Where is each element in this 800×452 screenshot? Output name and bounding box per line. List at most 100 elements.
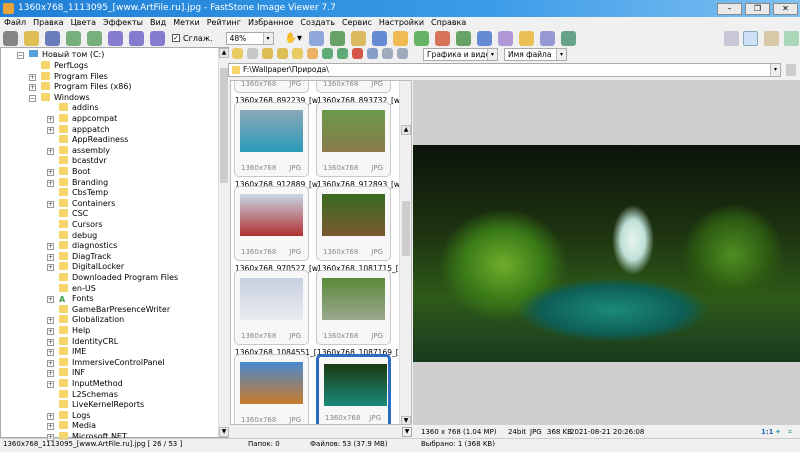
smooth-checkbox[interactable]: ✓ bbox=[172, 34, 180, 42]
tree-item[interactable]: Downloaded Program Files bbox=[59, 273, 178, 284]
toolbar-button-icon[interactable] bbox=[66, 30, 81, 46]
tree-item[interactable]: ImmersiveControlPanel bbox=[59, 357, 165, 369]
scroll-up-icon[interactable]: ▲ bbox=[401, 125, 411, 135]
tree-item[interactable]: en-US bbox=[59, 283, 96, 295]
expand-icon[interactable]: + bbox=[47, 264, 54, 272]
expand-icon[interactable]: + bbox=[47, 179, 54, 187]
thumbnail-card[interactable]: 1360x768 JPG bbox=[316, 81, 391, 93]
tree-item[interactable]: Media bbox=[59, 421, 96, 432]
nav-button-icon[interactable] bbox=[397, 48, 408, 59]
tree-item[interactable]: CbsTemp bbox=[59, 188, 108, 199]
toolbar-button-icon[interactable] bbox=[561, 30, 577, 46]
menu-item[interactable]: Настройки bbox=[379, 17, 424, 29]
expand-icon[interactable]: + bbox=[47, 317, 54, 325]
zoom-select[interactable]: 48% ▾ bbox=[225, 31, 274, 45]
thumbnail-card[interactable]: 1360x768 JPG bbox=[316, 102, 391, 177]
tree-scrollbar[interactable]: ▲ ▼ bbox=[218, 48, 229, 437]
toolbar-button-icon[interactable] bbox=[372, 30, 388, 46]
collapse-icon[interactable]: − bbox=[29, 94, 36, 102]
filter-select[interactable]: Графика и видео ▾ bbox=[423, 48, 498, 61]
tree-item[interactable]: Branding bbox=[59, 177, 108, 189]
expand-icon[interactable]: + bbox=[47, 116, 54, 123]
tree-item[interactable]: IME bbox=[59, 347, 86, 358]
nav-button-icon[interactable] bbox=[337, 48, 348, 59]
toolbar-button-icon[interactable] bbox=[540, 30, 556, 46]
thumb-scrollbar[interactable]: ▲ ▼ bbox=[399, 81, 411, 424]
menu-item[interactable]: Справка bbox=[431, 17, 466, 29]
restore-button[interactable]: ❐ bbox=[745, 3, 770, 15]
expand-icon[interactable]: + bbox=[47, 328, 54, 335]
tree-item[interactable]: Globalization bbox=[59, 315, 124, 326]
expand-icon[interactable]: + bbox=[47, 381, 54, 388]
tree-item[interactable]: Cursors bbox=[59, 220, 102, 231]
layout-icon[interactable] bbox=[724, 31, 739, 46]
close-button[interactable]: ✕ bbox=[773, 3, 798, 15]
tree-item[interactable]: Program Files bbox=[41, 71, 108, 83]
minimize-button[interactable]: – bbox=[717, 3, 742, 15]
toolbar-button-icon[interactable] bbox=[498, 30, 514, 46]
toolbar-button-icon[interactable] bbox=[309, 30, 325, 46]
nav-button-icon[interactable] bbox=[382, 48, 393, 59]
thumbnail-card[interactable]: 1360x768 JPG bbox=[234, 354, 309, 424]
thumbnail-card[interactable]: 1360x768 JPG bbox=[316, 186, 391, 261]
tree-item[interactable]: AppReadiness bbox=[59, 135, 128, 146]
toolbar-button-icon[interactable] bbox=[519, 30, 535, 46]
toolbar-button-icon[interactable] bbox=[330, 30, 346, 46]
thumbnail-card[interactable]: 1360x768 JPG bbox=[234, 81, 309, 93]
toolbar-button-icon[interactable] bbox=[150, 30, 165, 46]
tree-item[interactable]: Windows bbox=[41, 92, 90, 104]
path-field[interactable]: F:\Wallpaper\Природа\ ▾ bbox=[228, 63, 781, 77]
scroll-down-icon[interactable]: ▼ bbox=[219, 427, 229, 437]
menu-item[interactable]: Создать bbox=[300, 17, 335, 29]
toolbar-button-icon[interactable] bbox=[108, 30, 123, 46]
scroll-up-icon[interactable]: ▲ bbox=[219, 48, 229, 58]
thumbnail-card[interactable]: 1360x768 JPG bbox=[234, 186, 309, 261]
layout-preview-icon[interactable] bbox=[764, 31, 779, 46]
tree-item[interactable]: diagnostics bbox=[59, 241, 117, 252]
menu-item[interactable]: Вид bbox=[150, 17, 166, 29]
scroll-down-icon[interactable]: ▼ bbox=[401, 416, 411, 424]
tree-item[interactable]: PerfLogs bbox=[41, 61, 88, 72]
tree-item[interactable]: Program Files (x86) bbox=[41, 82, 132, 93]
tree-item[interactable]: GameBarPresenceWriter bbox=[59, 304, 170, 316]
fit-icon[interactable]: ✦ bbox=[775, 428, 781, 436]
actual-size-button[interactable]: 1:1 bbox=[761, 428, 774, 436]
tree-item[interactable]: DigitalLocker bbox=[59, 262, 124, 273]
nav-button-icon[interactable] bbox=[232, 48, 243, 59]
nav-button-icon[interactable] bbox=[262, 48, 273, 59]
tree-item[interactable]: A Fonts bbox=[59, 294, 94, 305]
tree-item[interactable]: L2Schemas bbox=[59, 389, 118, 401]
collapse-icon[interactable]: − bbox=[17, 52, 24, 59]
menu-item[interactable]: Метки bbox=[173, 17, 200, 29]
tree-item-drive[interactable]: Новый том (C:) bbox=[29, 50, 104, 61]
tree-item[interactable]: InputMethod bbox=[59, 379, 123, 390]
menu-item[interactable]: Цвета bbox=[71, 17, 96, 29]
toolbar-button-icon[interactable] bbox=[477, 30, 493, 46]
tree-item[interactable]: appcompat bbox=[59, 114, 117, 125]
menu-item[interactable]: Избранное bbox=[248, 17, 293, 29]
scroll-down-icon[interactable]: ▼ bbox=[402, 427, 412, 437]
expand-icon[interactable]: + bbox=[47, 243, 54, 251]
expand-icon[interactable]: + bbox=[47, 200, 54, 208]
expand-icon[interactable]: + bbox=[47, 370, 54, 378]
tree-item[interactable]: apppatch bbox=[59, 124, 110, 136]
toolbar-button-icon[interactable] bbox=[414, 30, 430, 46]
thumbnail-card[interactable]: 1360x768 JPG bbox=[316, 270, 391, 345]
tree-item[interactable]: CSC bbox=[59, 209, 88, 220]
tree-item[interactable]: IdentityCRL bbox=[59, 336, 118, 348]
nav-button-icon[interactable] bbox=[277, 48, 288, 59]
tree-item[interactable]: Logs bbox=[59, 410, 90, 422]
menu-item[interactable]: Правка bbox=[33, 17, 63, 29]
thumbnail-card[interactable]: 1360x768 JPG bbox=[234, 270, 309, 345]
expand-icon[interactable]: + bbox=[47, 147, 54, 155]
tree-item[interactable]: Boot bbox=[59, 167, 90, 178]
nav-button-icon[interactable] bbox=[247, 48, 258, 59]
expand-icon[interactable]: + bbox=[47, 423, 54, 431]
expand-icon[interactable]: + bbox=[47, 349, 54, 357]
menu-item[interactable]: Рейтинг bbox=[207, 17, 241, 29]
toolbar-button-icon[interactable] bbox=[435, 30, 451, 46]
toolbar-button-icon[interactable] bbox=[129, 30, 144, 46]
scroll-thumb[interactable] bbox=[402, 201, 410, 256]
fullscreen-icon[interactable] bbox=[784, 31, 799, 46]
chevron-down-icon[interactable]: ▾ bbox=[770, 64, 780, 76]
